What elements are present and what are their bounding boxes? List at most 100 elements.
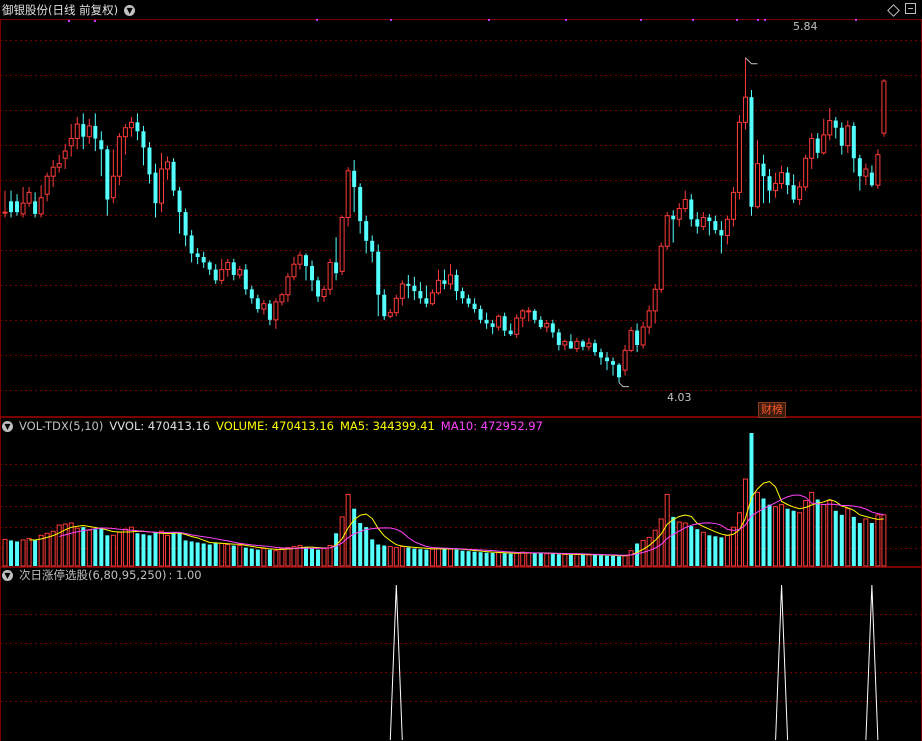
- volume-bar: [316, 549, 321, 566]
- volume-bar: [803, 500, 809, 567]
- candle-body: [147, 147, 152, 175]
- candle-body: [761, 163, 766, 177]
- volume-menu-icon[interactable]: ▼: [2, 421, 13, 432]
- candle-body: [785, 172, 790, 186]
- volume-bar: [141, 534, 146, 566]
- event-marker[interactable]: [757, 19, 759, 21]
- candle-body: [406, 283, 411, 286]
- volume-bar: [791, 510, 796, 566]
- volume-bar: [773, 506, 779, 567]
- volume-indicator-name[interactable]: VOL-TDX(5,10): [19, 419, 103, 433]
- event-marker[interactable]: [565, 19, 567, 21]
- volume-bar: [74, 527, 80, 567]
- candle-body: [845, 125, 851, 147]
- period-dropdown-icon[interactable]: ▼: [124, 5, 136, 16]
- volume-bar: [700, 531, 706, 567]
- candle-body: [611, 361, 616, 365]
- candle-body: [183, 212, 188, 236]
- candle-body: [466, 298, 471, 304]
- candle-body: [364, 221, 369, 241]
- candle-body: [358, 186, 363, 222]
- ma10-value: MA10: 472952.97: [440, 419, 543, 433]
- candle-body: [550, 323, 555, 333]
- volume-bar: [514, 552, 520, 567]
- candle-body: [2, 211, 8, 214]
- volume-bar: [466, 551, 471, 566]
- volume-bar: [195, 542, 200, 566]
- candle-body: [345, 170, 351, 218]
- volume-bar: [617, 556, 622, 566]
- volume-bar: [562, 554, 568, 567]
- candle-body: [821, 134, 827, 154]
- volume-bar: [249, 548, 254, 566]
- candle-body: [219, 269, 225, 281]
- volume-bar: [682, 522, 688, 567]
- candle-body: [38, 197, 44, 215]
- candle-body: [586, 342, 592, 348]
- candle-body: [676, 208, 682, 220]
- volume-bar: [261, 548, 267, 567]
- signal-indicator-name[interactable]: 次日涨停选股(6,80,95,250): [19, 568, 166, 582]
- candle-body: [110, 175, 116, 199]
- volume-bar: [2, 538, 8, 567]
- volume-bar: [839, 514, 844, 566]
- volume-bar: [496, 552, 502, 567]
- candle-body: [399, 283, 405, 299]
- event-marker[interactable]: [855, 19, 857, 21]
- candle-body: [255, 298, 260, 310]
- candle-body: [177, 190, 182, 213]
- candle-body: [26, 191, 32, 204]
- event-marker[interactable]: [692, 19, 694, 21]
- event-marker[interactable]: [390, 19, 392, 21]
- volume-bar: [9, 540, 14, 566]
- candle-body: [195, 253, 200, 257]
- volume-bar: [219, 542, 225, 567]
- volume-bar: [833, 510, 838, 566]
- event-marker[interactable]: [764, 19, 766, 21]
- candle-body: [165, 161, 171, 170]
- event-marker[interactable]: [488, 19, 490, 21]
- signal-menu-icon[interactable]: ▼: [2, 570, 13, 581]
- volume-bar: [285, 547, 291, 567]
- volume-bar: [15, 541, 20, 566]
- volume-bar: [556, 554, 561, 566]
- volume-bar: [574, 553, 580, 567]
- minimize-button[interactable]: [905, 3, 916, 14]
- event-marker[interactable]: [640, 19, 642, 21]
- volume-bar: [364, 527, 369, 566]
- candle-body: [447, 274, 453, 285]
- volume-bar: [646, 536, 652, 567]
- event-marker[interactable]: [316, 19, 318, 21]
- volume-bar: [237, 545, 243, 567]
- signal-value: : 1.00: [168, 568, 202, 582]
- volume-bar: [532, 552, 537, 566]
- event-marker[interactable]: [736, 19, 738, 21]
- candle-body: [652, 288, 658, 312]
- volume-bar: [622, 555, 628, 567]
- candle-body: [237, 269, 243, 276]
- volume-bar: [435, 547, 441, 567]
- candle-body: [15, 201, 20, 213]
- event-marker[interactable]: [68, 20, 70, 22]
- finance-badge[interactable]: 财榜: [758, 402, 786, 418]
- candle-body: [207, 262, 212, 270]
- volume-bar: [689, 526, 694, 566]
- volume-bar: [550, 553, 555, 566]
- candle-body: [695, 219, 700, 227]
- candle-body: [682, 199, 688, 210]
- volume-bar: [671, 516, 676, 566]
- candle-body: [869, 172, 874, 186]
- candle-body: [159, 168, 165, 204]
- volume-bar: [767, 504, 772, 566]
- candle-body: [454, 274, 459, 292]
- volume-bar: [724, 534, 730, 567]
- candle-body: [44, 175, 50, 195]
- candle-body: [135, 122, 140, 132]
- stock-name: 御银股份: [2, 3, 48, 17]
- event-marker[interactable]: [94, 20, 96, 22]
- volume-bar: [611, 555, 616, 566]
- volume-bar: [749, 433, 754, 566]
- candle-body: [556, 332, 561, 345]
- candle-body: [544, 322, 550, 328]
- volume-bar: [857, 523, 862, 566]
